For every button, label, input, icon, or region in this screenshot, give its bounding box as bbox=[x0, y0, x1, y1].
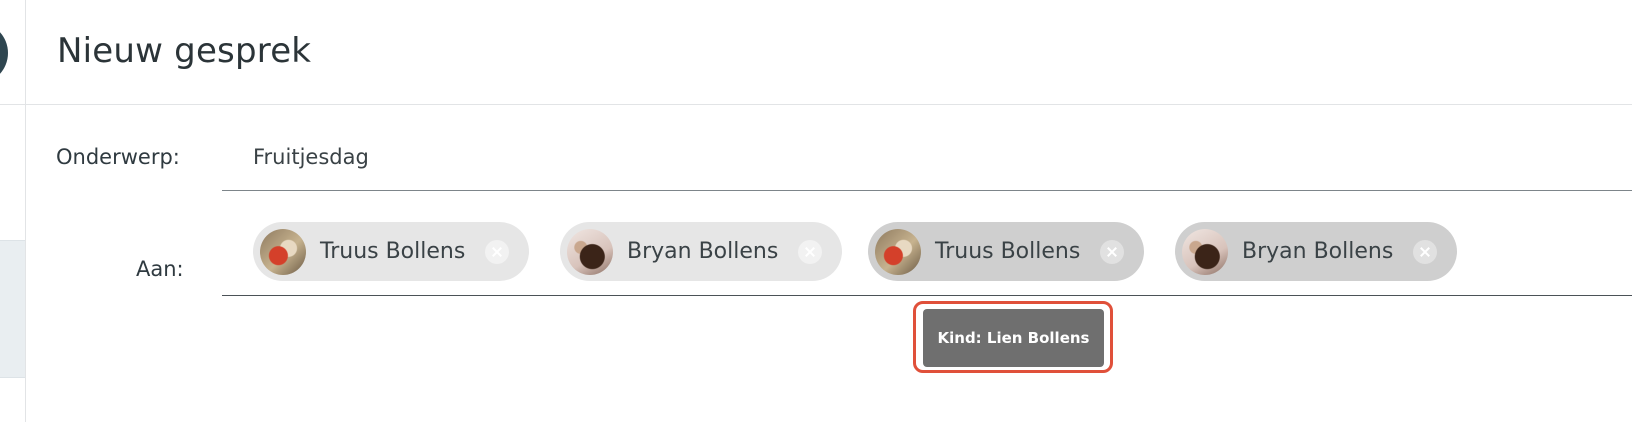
to-label: Aan: bbox=[136, 257, 184, 281]
recipients-input[interactable]: Truus Bollens Bryan Bollens Truus Bollen… bbox=[222, 212, 1632, 296]
subject-label: Onderwerp: bbox=[56, 145, 180, 169]
new-conversation-window: Nieuw gesprek Onderwerp: Fruitjesdag Aan… bbox=[0, 0, 1632, 422]
remove-recipient-icon[interactable] bbox=[485, 239, 510, 264]
subject-value: Fruitjesdag bbox=[253, 145, 369, 169]
subject-input[interactable]: Fruitjesdag bbox=[222, 130, 1632, 191]
remove-recipient-icon[interactable] bbox=[1413, 239, 1438, 264]
rail-divider bbox=[0, 104, 25, 105]
page-title: Nieuw gesprek bbox=[57, 31, 312, 71]
recipient-chip[interactable]: Truus Bollens bbox=[868, 222, 1145, 281]
remove-recipient-icon[interactable] bbox=[798, 239, 823, 264]
person-photo-icon bbox=[260, 228, 306, 275]
recipient-name: Bryan Bollens bbox=[627, 239, 779, 264]
recipient-chip[interactable]: Bryan Bollens bbox=[560, 222, 843, 281]
recipient-tooltip: Kind: Lien Bollens bbox=[923, 309, 1104, 367]
person-photo-icon bbox=[875, 228, 921, 275]
recipient-chip[interactable]: Bryan Bollens bbox=[1175, 222, 1458, 281]
recipient-name: Truus Bollens bbox=[320, 239, 466, 264]
remove-recipient-icon[interactable] bbox=[1100, 239, 1125, 264]
rail-panel bbox=[0, 240, 25, 378]
header: Nieuw gesprek bbox=[26, 0, 1632, 105]
recipient-chip[interactable]: Truus Bollens bbox=[253, 222, 530, 281]
person-photo-icon bbox=[1182, 228, 1228, 275]
recipient-name: Bryan Bollens bbox=[1242, 239, 1394, 264]
person-photo-icon bbox=[567, 228, 613, 275]
recipient-name: Truus Bollens bbox=[935, 239, 1081, 264]
